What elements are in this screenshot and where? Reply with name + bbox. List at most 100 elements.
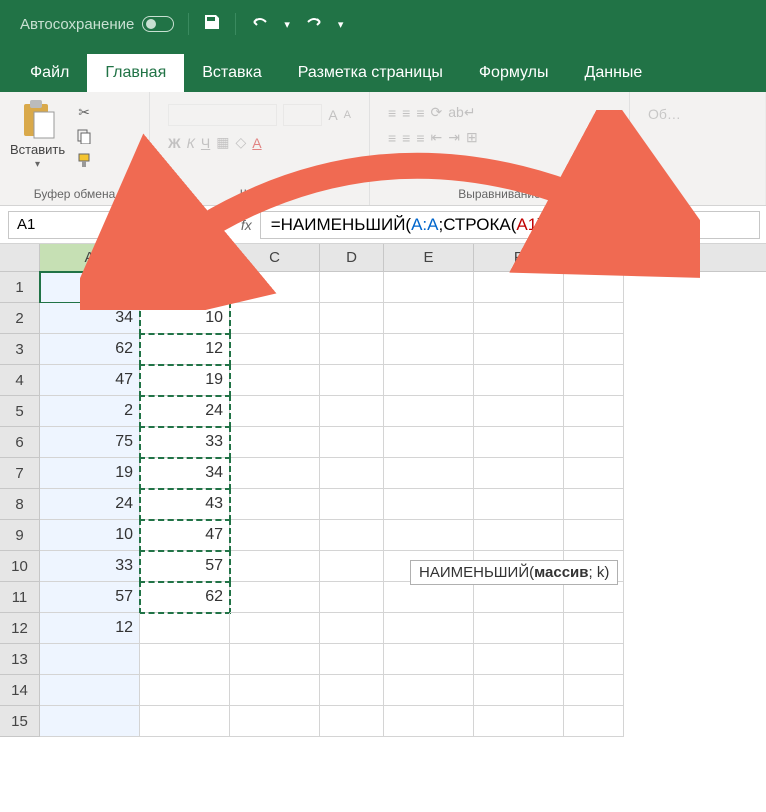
toggle-icon[interactable] bbox=[142, 16, 174, 32]
increase-font-icon[interactable]: A bbox=[328, 107, 337, 123]
tab-data[interactable]: Данные bbox=[567, 54, 661, 92]
cell[interactable] bbox=[320, 644, 384, 675]
cell[interactable]: A:A; bbox=[140, 272, 230, 303]
cell[interactable]: 12 bbox=[140, 334, 230, 365]
cell[interactable] bbox=[474, 396, 564, 427]
cut-icon[interactable]: ✂ bbox=[73, 102, 95, 122]
cell[interactable] bbox=[140, 613, 230, 644]
row-header[interactable]: 2 bbox=[0, 303, 40, 334]
cell[interactable] bbox=[474, 334, 564, 365]
cell[interactable]: 24 bbox=[140, 396, 230, 427]
cell[interactable] bbox=[474, 458, 564, 489]
italic-button[interactable]: К bbox=[187, 135, 195, 151]
save-icon[interactable] bbox=[203, 13, 221, 36]
row-header[interactable]: 1 bbox=[0, 272, 40, 303]
row-header[interactable]: 11 bbox=[0, 582, 40, 613]
cell[interactable]: 62 bbox=[40, 334, 140, 365]
cell[interactable]: 19 bbox=[140, 365, 230, 396]
cell[interactable] bbox=[474, 427, 564, 458]
formula-input[interactable]: =НАИМЕНЬШИЙ(A:A;СТРОКА(A1)) bbox=[260, 211, 760, 239]
name-box[interactable]: A1 bbox=[8, 211, 138, 239]
cell[interactable] bbox=[230, 272, 320, 303]
cell[interactable] bbox=[320, 706, 384, 737]
align-right-icon[interactable]: ≡ bbox=[416, 130, 424, 146]
tab-insert[interactable]: Вставка bbox=[184, 54, 279, 92]
cell[interactable] bbox=[564, 613, 624, 644]
cell[interactable] bbox=[384, 644, 474, 675]
format-painter-icon[interactable] bbox=[73, 150, 95, 170]
cell[interactable] bbox=[320, 334, 384, 365]
cell[interactable] bbox=[320, 396, 384, 427]
cell[interactable] bbox=[384, 334, 474, 365]
align-left-icon[interactable]: ≡ bbox=[388, 130, 396, 146]
tab-file[interactable]: Файл bbox=[12, 54, 87, 92]
cell[interactable] bbox=[230, 365, 320, 396]
cell[interactable]: 34 bbox=[140, 458, 230, 489]
cell[interactable]: 2 bbox=[40, 396, 140, 427]
underline-button[interactable]: Ч bbox=[201, 135, 210, 151]
row-header[interactable]: 5 bbox=[0, 396, 40, 427]
cell[interactable] bbox=[384, 427, 474, 458]
cell[interactable] bbox=[230, 551, 320, 582]
redo-icon[interactable] bbox=[304, 14, 324, 35]
row-header[interactable]: 8 bbox=[0, 489, 40, 520]
row-header[interactable]: 6 bbox=[0, 427, 40, 458]
cell[interactable] bbox=[230, 489, 320, 520]
cell[interactable]: 10 bbox=[40, 520, 140, 551]
orientation-icon[interactable]: ⟳ bbox=[431, 104, 443, 121]
indent-decrease-icon[interactable]: ⇤ bbox=[431, 129, 443, 146]
cell[interactable] bbox=[474, 582, 564, 613]
cell[interactable] bbox=[474, 644, 564, 675]
cell[interactable]: 62 bbox=[140, 582, 230, 613]
font-size-select[interactable] bbox=[283, 104, 323, 126]
cell[interactable] bbox=[320, 303, 384, 334]
cell[interactable] bbox=[564, 675, 624, 706]
autosave-toggle[interactable]: Автосохранение bbox=[20, 16, 174, 33]
cell[interactable] bbox=[230, 458, 320, 489]
cell[interactable] bbox=[564, 644, 624, 675]
chevron-down-icon[interactable]: ▾ bbox=[338, 18, 344, 31]
cell[interactable] bbox=[474, 675, 564, 706]
cell[interactable] bbox=[320, 520, 384, 551]
cell[interactable] bbox=[564, 520, 624, 551]
cell[interactable] bbox=[320, 272, 384, 303]
col-header-b[interactable]: B bbox=[140, 244, 230, 271]
cell[interactable] bbox=[384, 489, 474, 520]
confirm-icon[interactable]: ✓ bbox=[203, 215, 232, 235]
cell[interactable] bbox=[564, 427, 624, 458]
cell[interactable] bbox=[230, 396, 320, 427]
cell[interactable] bbox=[474, 489, 564, 520]
cell[interactable] bbox=[474, 272, 564, 303]
cell[interactable] bbox=[384, 272, 474, 303]
row-header[interactable]: 7 bbox=[0, 458, 40, 489]
cell[interactable] bbox=[564, 458, 624, 489]
cell[interactable] bbox=[384, 396, 474, 427]
cell[interactable] bbox=[230, 675, 320, 706]
cell[interactable] bbox=[564, 303, 624, 334]
cell[interactable] bbox=[320, 551, 384, 582]
cell[interactable] bbox=[384, 613, 474, 644]
cell[interactable] bbox=[564, 582, 624, 613]
cell[interactable] bbox=[320, 582, 384, 613]
cell[interactable] bbox=[230, 303, 320, 334]
cell[interactable] bbox=[320, 427, 384, 458]
col-header-f[interactable]: F bbox=[474, 244, 564, 271]
row-header[interactable]: 14 bbox=[0, 675, 40, 706]
col-header-d[interactable]: D bbox=[320, 244, 384, 271]
cell[interactable] bbox=[384, 582, 474, 613]
cell[interactable] bbox=[40, 644, 140, 675]
cell[interactable]: 43 bbox=[40, 272, 140, 303]
col-header-e[interactable]: E bbox=[384, 244, 474, 271]
row-header[interactable]: 9 bbox=[0, 520, 40, 551]
cell[interactable]: 19 bbox=[40, 458, 140, 489]
cell[interactable] bbox=[474, 520, 564, 551]
cell[interactable]: 34 bbox=[40, 303, 140, 334]
cell[interactable]: 57 bbox=[140, 551, 230, 582]
cell[interactable] bbox=[384, 458, 474, 489]
cell[interactable] bbox=[384, 675, 474, 706]
cell[interactable]: 47 bbox=[140, 520, 230, 551]
cell[interactable] bbox=[320, 613, 384, 644]
cell[interactable] bbox=[40, 675, 140, 706]
cancel-icon[interactable]: ✕ bbox=[174, 215, 203, 235]
indent-increase-icon[interactable]: ⇥ bbox=[448, 129, 460, 146]
